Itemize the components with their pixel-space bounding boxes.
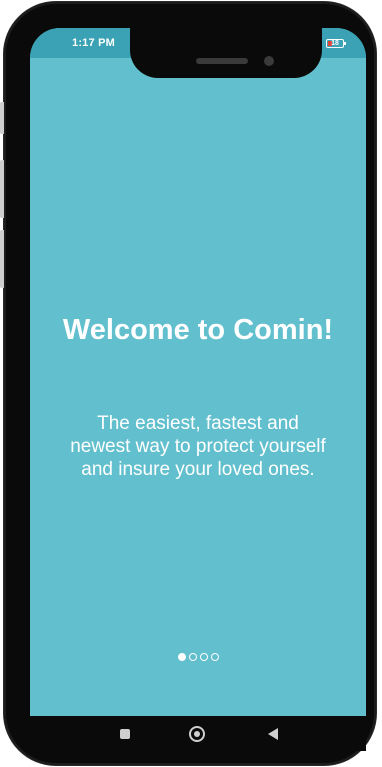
onboarding-screen[interactable]: Welcome to Comin! The easiest, fastest a… (30, 58, 366, 716)
back-icon[interactable] (268, 728, 278, 740)
volume-up-button (0, 160, 4, 218)
page-dot-4[interactable] (210, 653, 219, 661)
page-dot-1[interactable] (177, 653, 186, 661)
battery-level: 18 (331, 39, 339, 47)
battery-icon: 18 (326, 38, 346, 48)
page-dot-2[interactable] (188, 653, 197, 661)
welcome-title: Welcome to Comin! (62, 314, 334, 346)
screen: 1:17 PM 18 Welcome to Comin! The easiest… (30, 28, 366, 751)
home-icon[interactable] (189, 726, 205, 742)
page-dot-3[interactable] (199, 653, 208, 661)
volume-down-button (0, 230, 4, 288)
page-indicator (30, 653, 366, 661)
status-time: 1:17 PM (72, 37, 115, 49)
navigation-bar (30, 716, 366, 751)
recents-icon[interactable] (120, 729, 130, 739)
welcome-subtitle: The easiest, fastest and newest way to p… (70, 413, 326, 480)
side-button (0, 102, 4, 134)
phone-frame: 1:17 PM 18 Welcome to Comin! The easiest… (0, 2, 376, 765)
